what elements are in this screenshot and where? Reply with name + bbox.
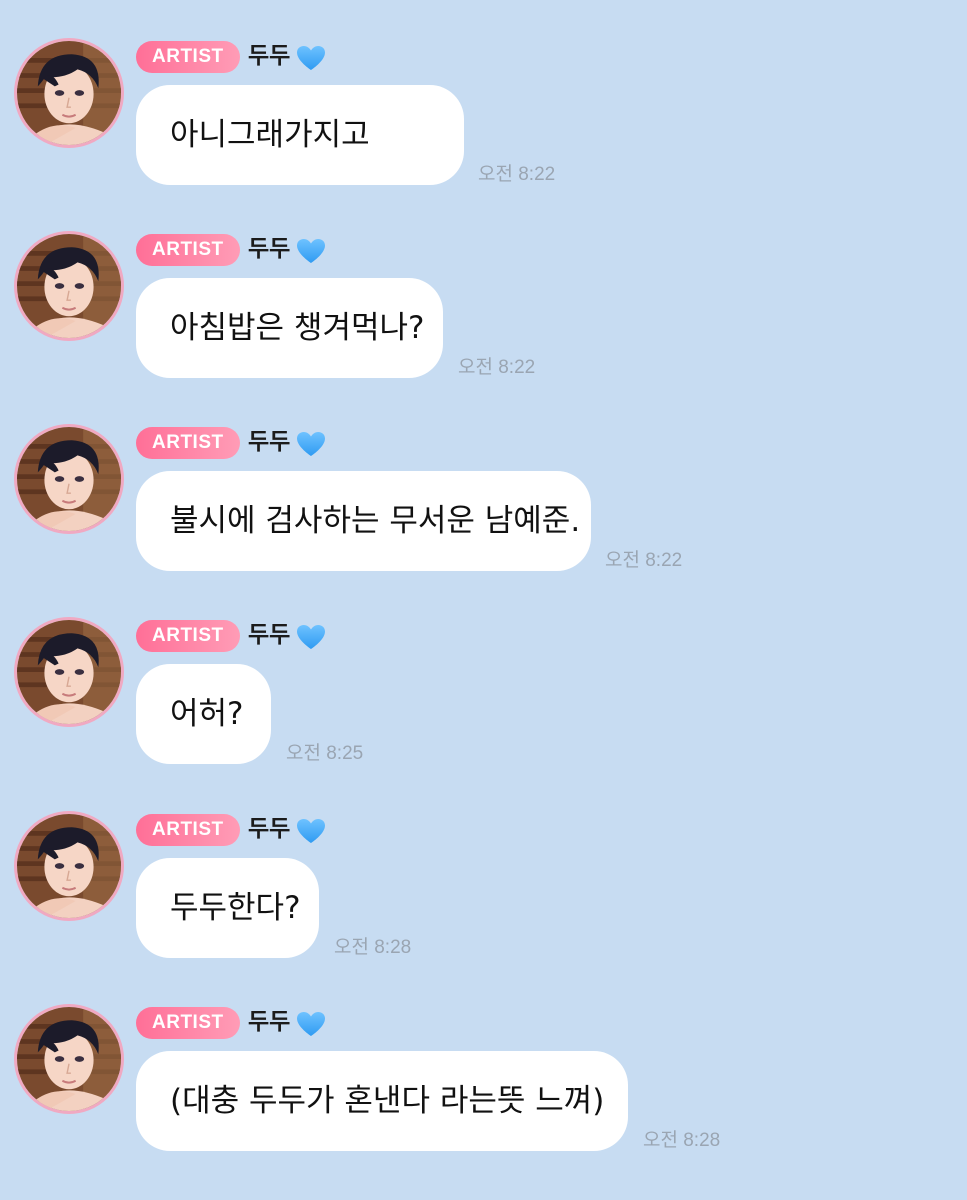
blue-heart-icon (296, 45, 326, 71)
sender-name: 두두 (248, 622, 291, 648)
message-row: ARTIST 두두 (대충 두두가 혼낸다 라는뜻 느껴) 오전 8:28 (0, 1004, 967, 1174)
blue-heart-icon (296, 238, 326, 264)
message-row: ARTIST 두두 아침밥은 챙겨먹나? 오전 8:22 (0, 231, 967, 401)
message-timestamp: 오전 8:22 (458, 357, 536, 378)
avatar[interactable] (14, 1004, 124, 1114)
message-timestamp: 오전 8:22 (478, 164, 556, 185)
message-bubble[interactable]: 불시에 검사하는 무서운 남예준. (136, 471, 591, 571)
message-timestamp: 오전 8:28 (334, 937, 412, 958)
message-bubble[interactable]: 어허? (136, 664, 271, 764)
message-row: ARTIST 두두 어허? 오전 8:25 (0, 617, 967, 787)
message-timestamp: 오전 8:22 (605, 550, 683, 571)
avatar[interactable] (14, 424, 124, 534)
avatar[interactable] (14, 811, 124, 921)
artist-badge: ARTIST (136, 41, 240, 73)
sender-name: 두두 (248, 429, 291, 455)
sender-name: 두두 (248, 1009, 291, 1035)
message-row: ARTIST 두두 두두한다? 오전 8:28 (0, 811, 967, 981)
blue-heart-icon (296, 431, 326, 457)
avatar[interactable] (14, 38, 124, 148)
blue-heart-icon (296, 624, 326, 650)
message-bubble[interactable]: 아니그래가지고 (136, 85, 464, 185)
artist-badge: ARTIST (136, 814, 240, 846)
artist-badge: ARTIST (136, 427, 240, 459)
avatar[interactable] (14, 617, 124, 727)
message-bubble[interactable]: 아침밥은 챙겨먹나? (136, 278, 443, 378)
message-timestamp: 오전 8:25 (286, 743, 364, 764)
message-timestamp: 오전 8:28 (643, 1130, 721, 1151)
blue-heart-icon (296, 818, 326, 844)
message-row: ARTIST 두두 불시에 검사하는 무서운 남예준. 오전 8:22 (0, 424, 967, 594)
artist-badge: ARTIST (136, 1007, 240, 1039)
artist-badge: ARTIST (136, 620, 240, 652)
blue-heart-icon (296, 1011, 326, 1037)
message-bubble[interactable]: 두두한다? (136, 858, 319, 958)
message-row: ARTIST 두두 아니그래가지고 오전 8:22 (0, 38, 967, 208)
sender-name: 두두 (248, 816, 291, 842)
message-bubble[interactable]: (대충 두두가 혼낸다 라는뜻 느껴) (136, 1051, 628, 1151)
sender-name: 두두 (248, 43, 291, 69)
avatar[interactable] (14, 231, 124, 341)
sender-name: 두두 (248, 236, 291, 262)
chat-area[interactable]: ARTIST 두두 아니그래가지고 오전 8:22 ARTIST 두두 아침밥은… (0, 0, 967, 1200)
artist-badge: ARTIST (136, 234, 240, 266)
